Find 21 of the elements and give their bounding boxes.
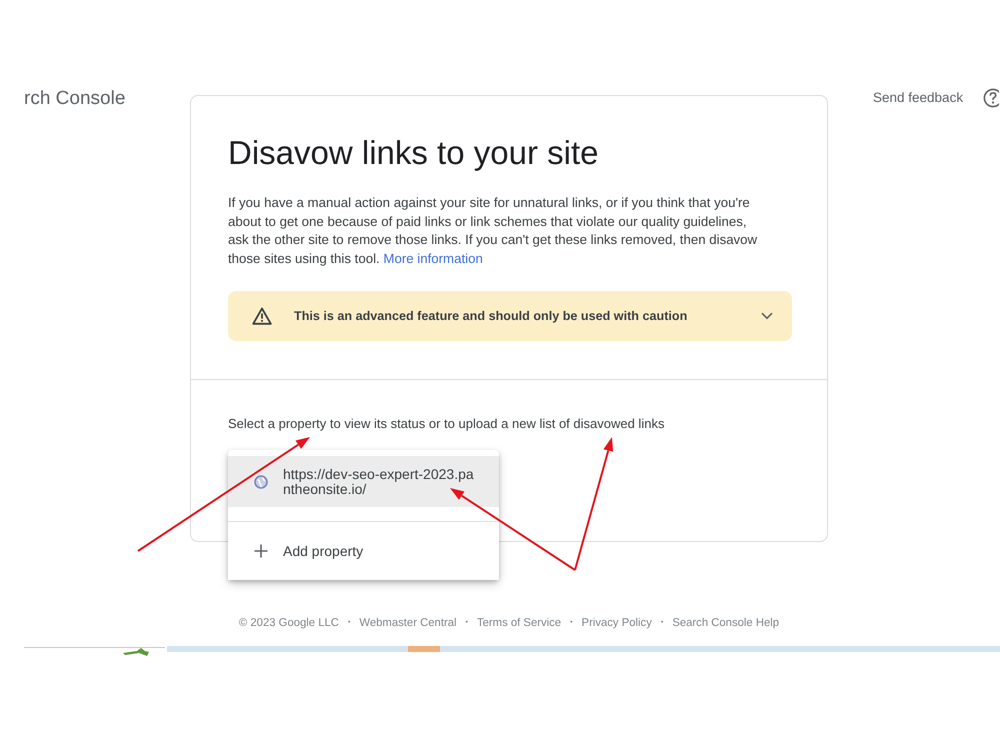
send-feedback-link[interactable]: Send feedback xyxy=(873,88,964,108)
footer-link[interactable]: Privacy Policy xyxy=(582,615,652,631)
wedge-icon xyxy=(123,648,149,656)
warning-icon xyxy=(252,307,272,325)
footer-link[interactable]: Webmaster Central xyxy=(359,615,457,631)
copyright-text: © 2023 Google LLC xyxy=(238,616,339,631)
globe-icon xyxy=(254,474,268,488)
add-property-button[interactable]: Add property xyxy=(228,522,499,580)
caution-banner[interactable]: This is an advanced feature and should only be used with caution xyxy=(228,291,792,341)
footer-link[interactable]: Terms of Service xyxy=(476,615,562,631)
footer-link[interactable]: Search Console Help xyxy=(672,615,780,631)
product-name: rch Console xyxy=(24,87,126,111)
chevron-icon[interactable] xyxy=(761,312,773,320)
description-text: If you have a manual action against your site for unnatural links, or if you think that you're about to get one because of paid links or link schemes that violate our quality guidelines, ask the other site to remove those links. If you can't get these links removed, then disavow those sites using this tool. More information xyxy=(228,194,758,268)
property-prompt: Select a property to view its status or to upload a new list of disavowed links xyxy=(228,415,666,433)
help-icon[interactable] xyxy=(983,88,1000,108)
more-information-link[interactable]: More information xyxy=(383,250,483,266)
page-title: Disavow links to your site xyxy=(228,133,600,173)
property-option[interactable]: https://dev-seo-expert-2023.pantheonsite.io/ xyxy=(228,456,499,507)
plus-icon xyxy=(254,544,268,558)
banner-segment xyxy=(408,646,440,652)
